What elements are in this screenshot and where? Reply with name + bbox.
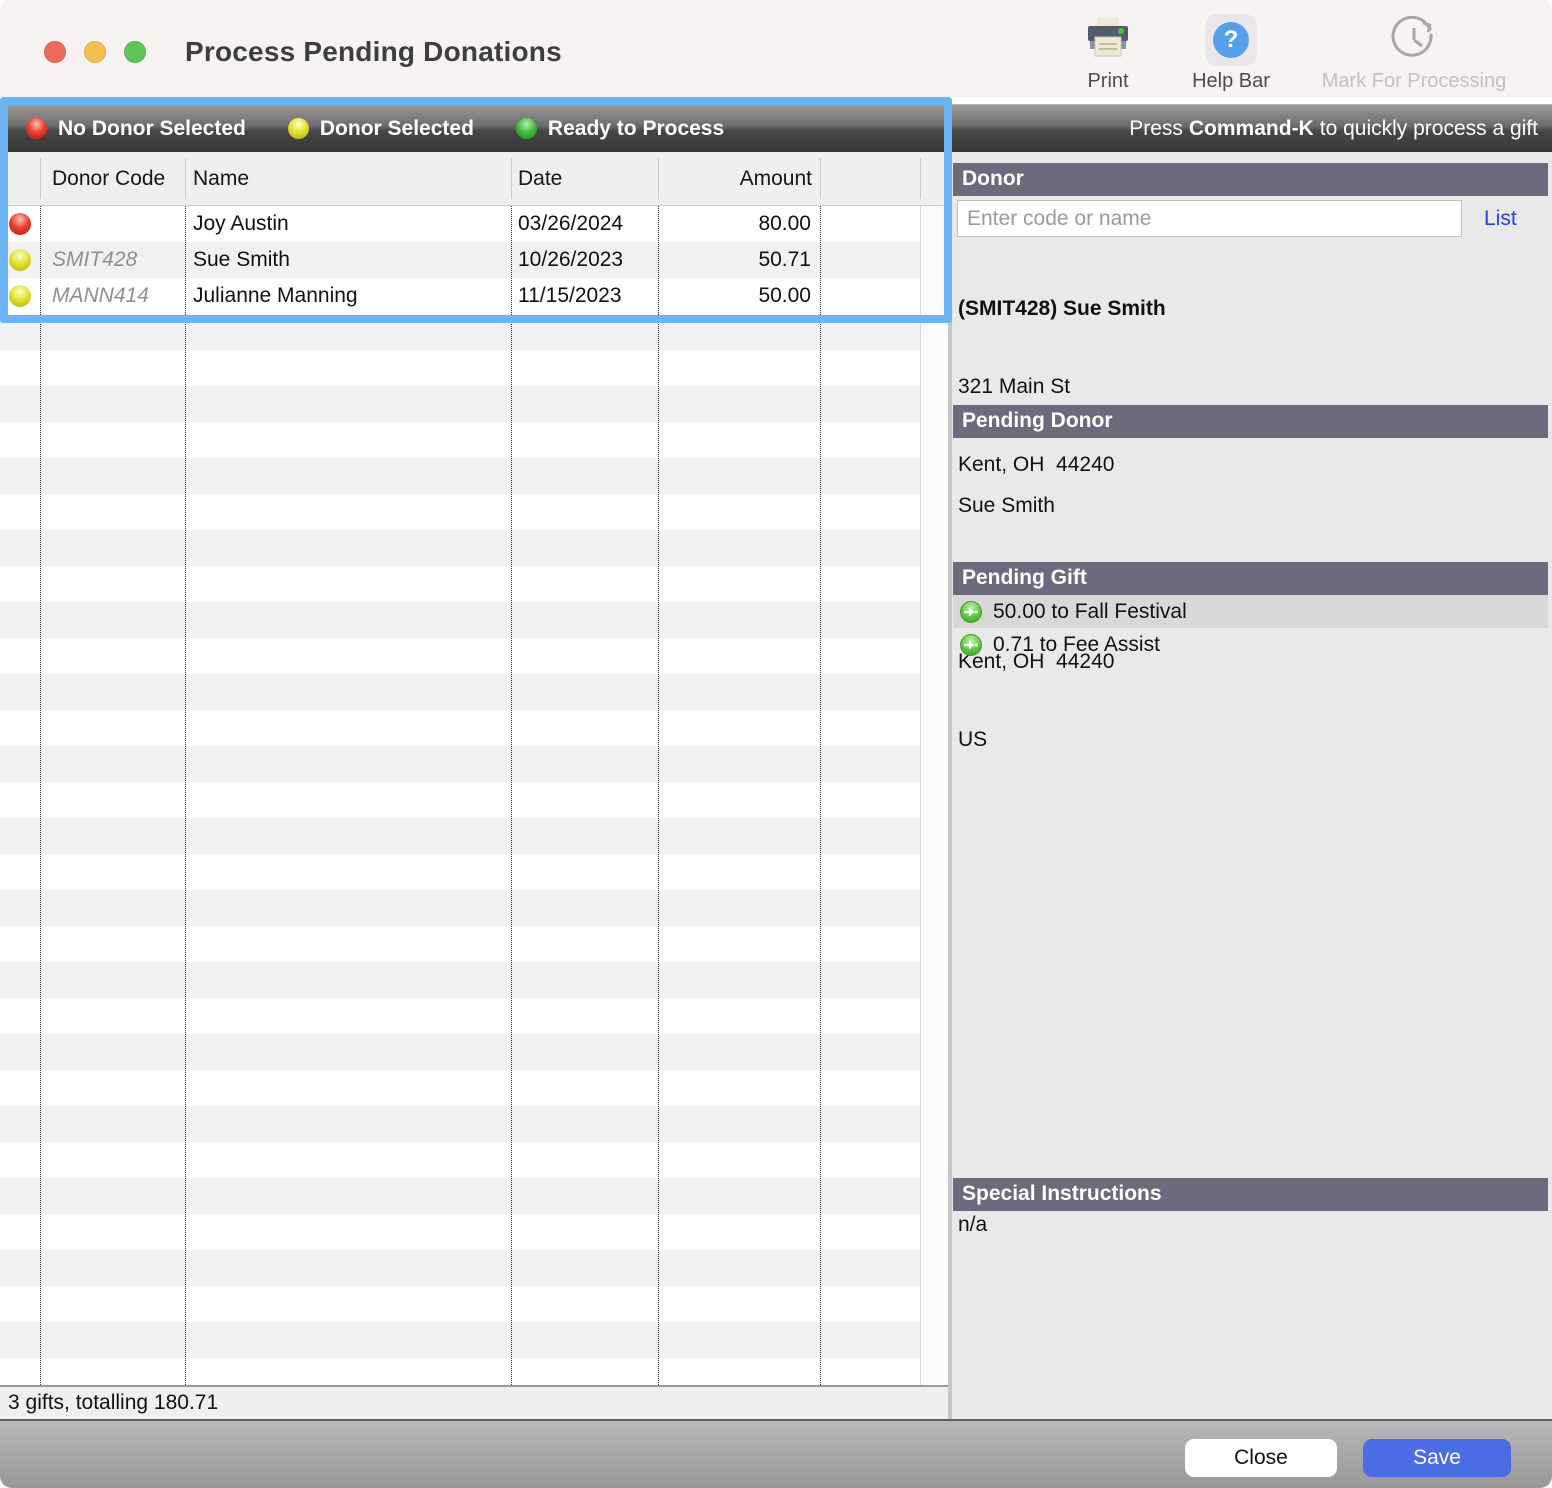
legend-label: Donor Selected xyxy=(320,117,474,141)
column-header-amount[interactable]: Amount xyxy=(659,152,812,206)
table-row[interactable]: SMIT428 Sue Smith 10/26/2023 50.71 xyxy=(0,242,920,278)
help-bar-label: Help Bar xyxy=(1176,70,1286,93)
selected-donor-name: (SMIT428) Sue Smith xyxy=(958,296,1166,322)
process-arrow-icon xyxy=(960,634,982,656)
hint-suffix: to quickly process a gift xyxy=(1320,117,1538,141)
donations-table-body: Joy Austin 03/26/2024 80.00 SMIT428 Sue … xyxy=(0,206,948,1385)
gifts-summary-bar: 3 gifts, totalling 180.71 xyxy=(0,1385,948,1419)
legend-ready-to-process: Ready to Process xyxy=(516,117,724,141)
zoom-window-button[interactable] xyxy=(124,41,146,63)
close-window-button[interactable] xyxy=(44,41,66,63)
special-instructions-section-header: Special Instructions xyxy=(953,1178,1548,1211)
close-button[interactable]: Close xyxy=(1185,1439,1337,1477)
legend-donor-selected: Donor Selected xyxy=(288,117,474,141)
column-header-date[interactable]: Date xyxy=(518,152,562,206)
help-icon: ? xyxy=(1176,14,1286,66)
table-scrollbar-track xyxy=(920,206,948,1385)
mark-for-processing-label: Mark For Processing xyxy=(1296,70,1532,93)
hint-prefix: Press xyxy=(1129,117,1183,141)
hint-key: Command-K xyxy=(1189,117,1314,141)
name-cell: Sue Smith xyxy=(186,242,510,278)
legend-label: No Donor Selected xyxy=(58,117,246,141)
print-button[interactable]: Print xyxy=(1066,14,1150,93)
donor-code-cell: MANN414 xyxy=(41,278,184,314)
pending-donor-section-header: Pending Donor xyxy=(953,405,1548,438)
pending-gift-section-header: Pending Gift xyxy=(953,562,1548,595)
red-status-icon xyxy=(26,118,47,139)
column-header-donor-code[interactable]: Donor Code xyxy=(52,152,165,206)
date-cell: 03/26/2024 xyxy=(512,206,657,242)
process-arrow-icon xyxy=(960,601,982,623)
name-cell: Julianne Manning xyxy=(186,278,510,314)
red-status-icon xyxy=(9,213,31,235)
pending-gift-item[interactable]: 0.71 to Fee Assist xyxy=(953,628,1548,661)
donations-table-header: Donor Code Name Date Amount xyxy=(0,152,948,206)
table-row[interactable]: MANN414 Julianne Manning 11/15/2023 50.0… xyxy=(0,278,920,314)
selected-donor-address-line: 321 Main St xyxy=(958,374,1166,400)
shortcut-hint-bar: Press Command-K to quickly process a gif… xyxy=(952,104,1552,152)
donor-code-cell: SMIT428 xyxy=(41,242,184,278)
print-label: Print xyxy=(1066,70,1150,93)
amount-cell: 80.00 xyxy=(659,206,819,242)
window-title: Process Pending Donations xyxy=(185,36,562,68)
yellow-status-icon xyxy=(9,249,31,271)
process-pending-donations-window: Process Pending Donations Print ? xyxy=(0,0,1552,1488)
help-bar-button[interactable]: ? Help Bar xyxy=(1176,14,1286,93)
date-cell: 11/15/2023 xyxy=(512,278,657,314)
date-cell: 10/26/2023 xyxy=(512,242,657,278)
minimize-window-button[interactable] xyxy=(84,41,106,63)
footer-bar: Close Save xyxy=(0,1419,1552,1488)
column-header-name[interactable]: Name xyxy=(193,152,249,206)
save-button[interactable]: Save xyxy=(1363,1439,1511,1477)
clock-icon xyxy=(1296,14,1532,66)
name-cell: Joy Austin xyxy=(186,206,510,242)
legend-no-donor-selected: No Donor Selected xyxy=(26,117,246,141)
amount-cell: 50.00 xyxy=(659,278,819,314)
special-instructions-value: n/a xyxy=(958,1213,987,1237)
legend-label: Ready to Process xyxy=(548,117,724,141)
title-bar: Process Pending Donations Print ? xyxy=(0,0,1552,97)
donor-section-header: Donor xyxy=(953,163,1548,196)
pending-gift-item[interactable]: 50.00 to Fall Festival xyxy=(953,595,1548,628)
list-link[interactable]: List xyxy=(1484,200,1517,237)
status-legend-bar: No Donor Selected Donor Selected Ready t… xyxy=(8,104,944,152)
pending-gift-label: 50.00 to Fall Festival xyxy=(993,600,1187,624)
table-row[interactable]: Joy Austin 03/26/2024 80.00 xyxy=(0,206,920,242)
yellow-status-icon xyxy=(9,285,31,307)
yellow-status-icon xyxy=(288,118,309,139)
mark-for-processing-button: Mark For Processing xyxy=(1296,14,1532,93)
pending-gift-label: 0.71 to Fee Assist xyxy=(993,633,1160,657)
green-status-icon xyxy=(516,118,537,139)
donor-search-input[interactable] xyxy=(957,200,1462,237)
pending-donor-line: Sue Smith xyxy=(958,493,1114,519)
pending-donor-line: US xyxy=(958,727,1114,753)
donor-code-cell xyxy=(41,206,184,242)
amount-cell: 50.71 xyxy=(659,242,819,278)
printer-icon xyxy=(1066,14,1150,66)
